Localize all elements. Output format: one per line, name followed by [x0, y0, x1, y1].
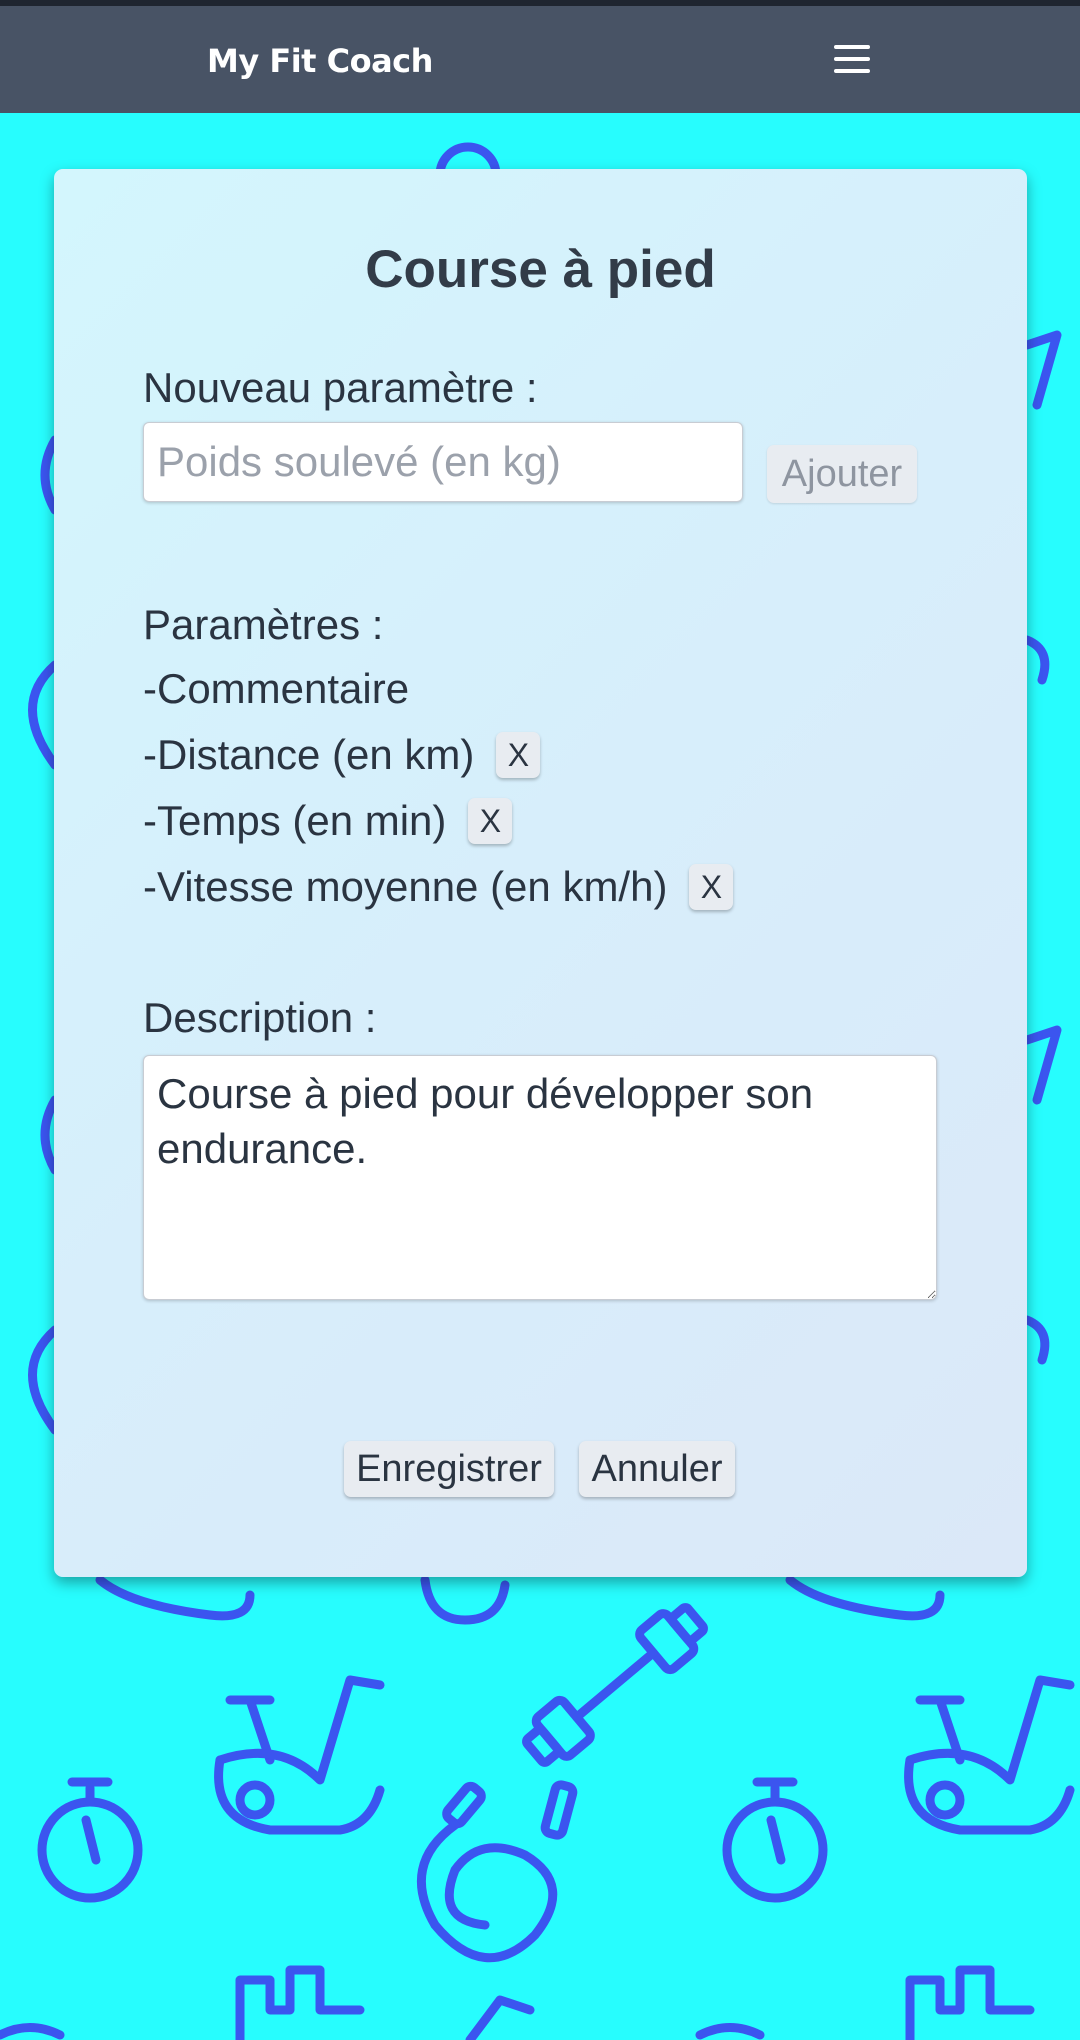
stopwatch-icon — [37, 1777, 143, 1903]
hamburger-menu-icon — [834, 69, 870, 73]
param-item: -Vitesse moyenne (en km/h) X — [143, 857, 734, 917]
description-label: Description : — [143, 994, 377, 1041]
weight-bench-icon — [95, 1575, 255, 1621]
jump-rope-icon — [416, 1780, 578, 1963]
remove-param-button[interactable]: X — [689, 864, 734, 910]
brand-logo[interactable]: My Fit Coach — [207, 42, 433, 80]
weight-bench-icon — [1022, 330, 1062, 1365]
cancel-button[interactable]: Annuler — [579, 1441, 735, 1497]
description-textarea[interactable]: Course à pied pour développer son endura… — [143, 1055, 937, 1300]
param-item: -Distance (en km) X — [143, 725, 541, 785]
new-param-label: Nouveau paramètre : — [143, 364, 538, 411]
param-item: -Commentaire — [143, 659, 409, 719]
param-item-label: -Vitesse moyenne (en km/h) — [143, 863, 668, 910]
param-item-label: -Distance (en km) — [143, 731, 475, 778]
hamburger-menu-icon — [834, 45, 870, 49]
kettlebell-icon — [28, 435, 60, 1435]
remove-param-button[interactable]: X — [496, 732, 541, 778]
dumbbell-icon — [522, 1603, 708, 1767]
param-item-label: -Commentaire — [143, 665, 410, 712]
hamburger-menu-button[interactable] — [826, 34, 878, 84]
weight-bench-icon — [695, 1965, 1035, 2040]
param-item-label: -Temps (en min) — [143, 797, 447, 844]
page-title: Course à pied — [365, 240, 716, 299]
hamburger-menu-icon — [834, 57, 870, 61]
add-param-button[interactable]: Ajouter — [767, 445, 917, 503]
kettlebell-icon — [420, 1575, 510, 1625]
remove-param-button[interactable]: X — [468, 798, 513, 844]
weight-bench-icon — [0, 1965, 365, 2040]
param-item: -Temps (en min) X — [143, 791, 513, 851]
weight-bench-icon — [785, 1575, 945, 1621]
save-button[interactable]: Enregistrer — [344, 1441, 554, 1497]
stopwatch-icon — [722, 1777, 828, 1903]
new-param-input[interactable] — [143, 422, 743, 502]
exercise-bike-icon — [904, 1675, 1075, 1835]
params-heading: Paramètres : — [143, 601, 384, 648]
kettlebell-icon — [465, 1995, 535, 2040]
navbar: My Fit Coach — [0, 6, 1080, 113]
exercise-edit-card: Course à pied Nouveau paramètre : Ajoute… — [54, 169, 1027, 1577]
exercise-bike-icon — [214, 1675, 385, 1835]
